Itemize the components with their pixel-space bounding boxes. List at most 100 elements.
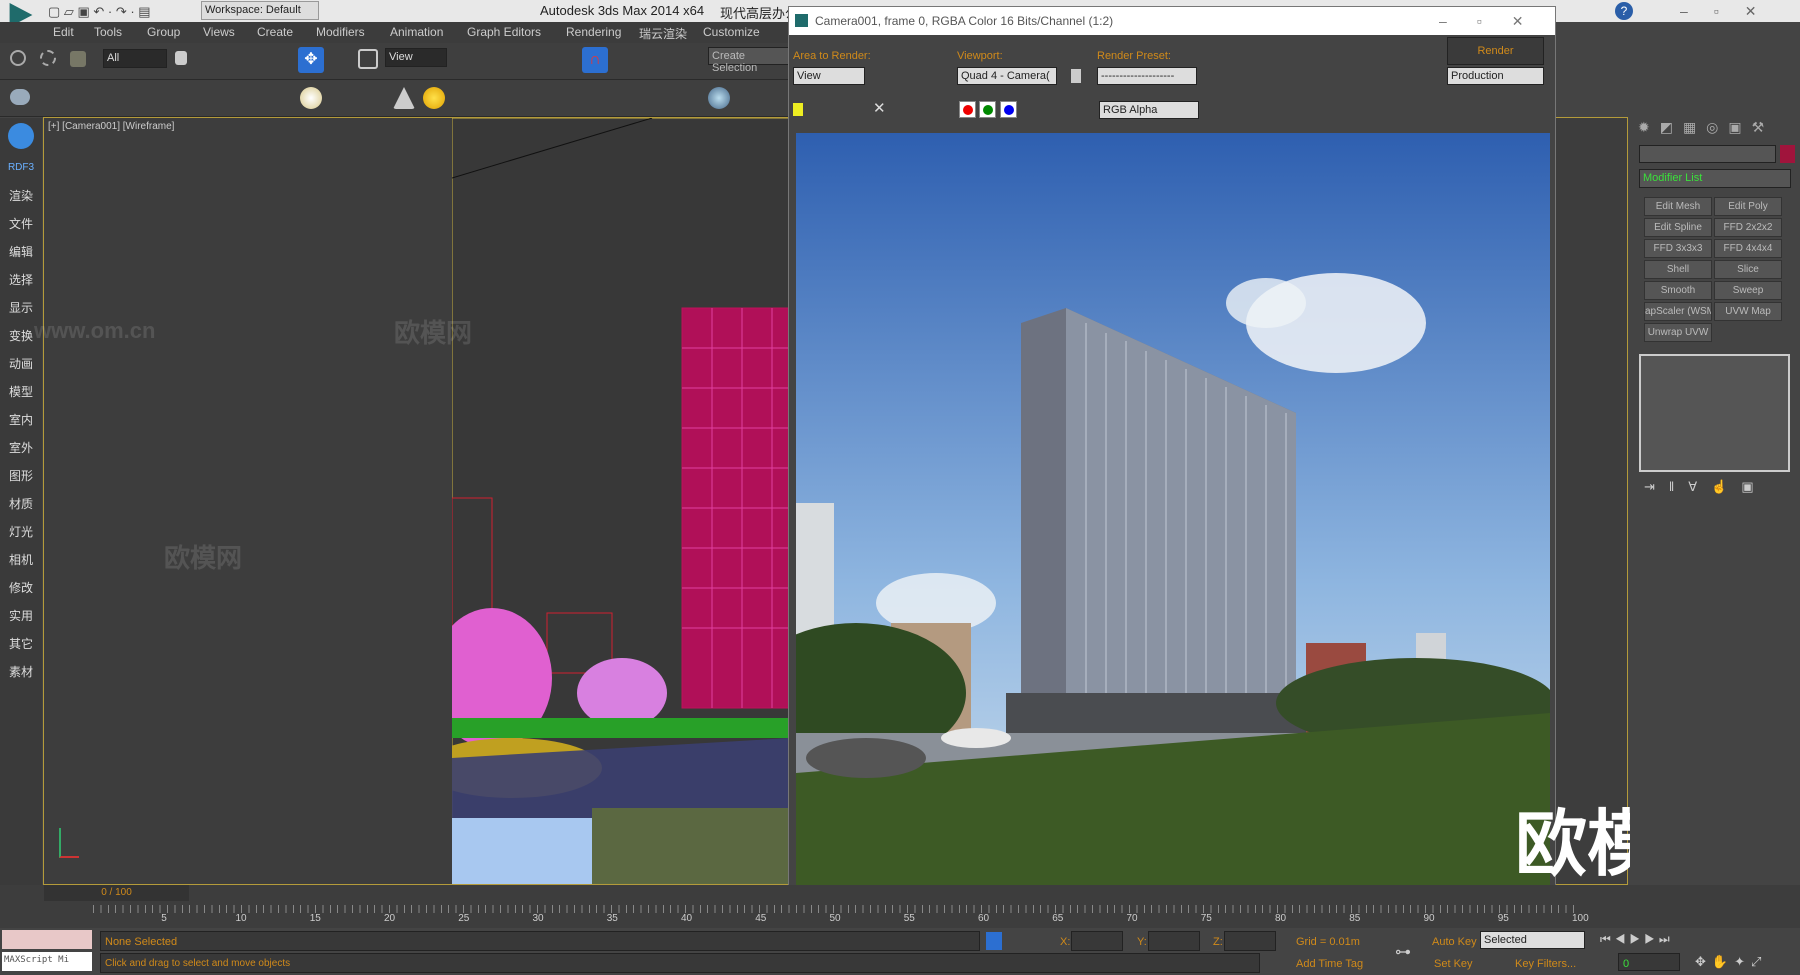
sidebar-item[interactable]: 室内 [0,406,42,434]
menu-modifiers[interactable]: Modifiers [316,25,365,39]
create-selection-set[interactable]: Create Selection [708,47,790,74]
modifier-button[interactable]: Shell [1644,260,1712,279]
sidebar-item[interactable]: 相机 [0,546,42,574]
modifier-button[interactable]: Unwrap UVW [1644,323,1712,342]
render-preset-dropdown[interactable]: -------------------- [1097,67,1197,85]
selection-filter-dropdown[interactable]: All [103,49,167,68]
maxscript-listener[interactable] [2,930,92,949]
isolate-icon[interactable] [986,932,1002,950]
help-icon[interactable]: ? [1615,2,1633,20]
modifier-list-dropdown[interactable]: Modifier List [1639,169,1791,188]
time-slider[interactable]: 0 / 100 [44,885,189,901]
viewport-dropdown[interactable]: Quad 4 - Camera( [957,67,1057,85]
sidebar-item[interactable]: 材质 [0,490,42,518]
lock-icon[interactable] [1071,69,1081,83]
select-object-icon[interactable] [175,51,187,65]
x-coordinate-field[interactable] [1071,931,1123,951]
globe-icon[interactable] [708,87,730,109]
sidebar-item[interactable]: 编辑 [0,238,42,266]
sidebar-item[interactable]: 室外 [0,434,42,462]
modifier-button[interactable]: UVW Map [1714,302,1782,321]
select-scale-icon[interactable] [358,49,378,69]
bind-spacewarp-icon[interactable] [70,51,86,67]
quick-access-icons[interactable]: ▢ ▱ ▣ ↶ · ↷ · ▤ [48,4,198,19]
object-name-field[interactable] [1639,145,1776,163]
command-panel: ✹◩▦◎▣⚒ Modifier List Edit Mesh Edit Poly… [1630,117,1800,885]
save-image-icon[interactable] [793,103,803,116]
key-icon[interactable]: ⊶ [1395,942,1411,962]
select-move-icon[interactable]: ✥ [298,47,324,73]
green-channel-button[interactable] [979,101,996,118]
modifier-button[interactable]: Sweep [1714,281,1782,300]
rendered-frame-window: Camera001, frame 0, RGBA Color 16 Bits/C… [788,6,1731,890]
window-controls[interactable]: –▫✕ [1680,3,1782,20]
maxscript-mini-listener[interactable]: MAXScript Mi [2,952,92,971]
reference-coordinate-dropdown[interactable]: View [385,48,447,67]
y-coordinate-field[interactable] [1148,931,1200,951]
clear-icon[interactable]: ✕ [873,99,886,117]
teapot-icon[interactable] [10,89,30,105]
viewport-nav-icons[interactable]: ✥✋✦⤢ [1695,954,1767,970]
render-button[interactable]: Render [1447,37,1544,65]
unlink-icon[interactable] [40,50,56,66]
menu-edit[interactable]: Edit [53,25,74,39]
cone-icon[interactable] [393,87,415,109]
current-frame-field[interactable]: 0 [1618,953,1680,971]
link-icon[interactable] [10,50,26,66]
sphere-icon[interactable] [300,87,322,109]
viewport-label[interactable]: [+] [Camera001] [Wireframe] [48,121,174,132]
modifier-button[interactable]: Edit Mesh [1644,197,1712,216]
render-mode-dropdown[interactable]: Production [1447,67,1544,85]
sidebar-item[interactable]: 素材 [0,658,42,686]
menu-animation[interactable]: Animation [390,25,443,39]
sidebar-item[interactable]: 动画 [0,350,42,378]
command-panel-tabs[interactable]: ✹◩▦◎▣⚒ [1638,119,1798,141]
workspace-dropdown[interactable]: Workspace: Default [201,1,319,20]
modifier-button[interactable]: Smooth [1644,281,1712,300]
z-coordinate-field[interactable] [1224,931,1276,951]
modifier-button[interactable]: FFD 3x3x3 [1644,239,1712,258]
key-mode-dropdown[interactable]: Selected [1480,931,1585,949]
modifier-button[interactable]: Slice [1714,260,1782,279]
menu-graph-editors[interactable]: Graph Editors [467,25,541,39]
auto-key-button[interactable]: Auto Key [1432,936,1477,948]
sidebar-item[interactable]: 图形 [0,462,42,490]
modifier-button[interactable]: FFD 4x4x4 [1714,239,1782,258]
menu-tools[interactable]: Tools [94,25,122,39]
modifier-stack[interactable] [1639,354,1790,472]
menu-ruiyun[interactable]: 瑞云渲染 [639,25,687,42]
sun-icon[interactable] [423,87,445,109]
sidebar-item[interactable]: 实用 [0,602,42,630]
menu-create[interactable]: Create [257,25,293,39]
sidebar-item[interactable]: 灯光 [0,518,42,546]
channel-dropdown[interactable]: RGB Alpha [1099,101,1199,119]
timeline-tick-label: 20 [384,913,396,924]
plugin-logo-icon[interactable] [0,118,42,154]
playback-controls[interactable]: ⏮◀▶▶⏭ [1600,932,1674,947]
menu-rendering[interactable]: Rendering [566,25,621,39]
object-color-swatch[interactable] [1780,145,1795,163]
sidebar-item[interactable]: 渲染 [0,182,42,210]
red-channel-button[interactable] [959,101,976,118]
menu-views[interactable]: Views [203,25,235,39]
render-window-controls[interactable]: –▫✕ [1439,13,1553,30]
sidebar-item[interactable]: 其它 [0,630,42,658]
sidebar-item[interactable]: 模型 [0,378,42,406]
modifier-stack-tools[interactable]: ⇥‖∀☝▣ [1644,479,1768,495]
sidebar-item[interactable]: 文件 [0,210,42,238]
timeline: 0 / 100 5 10 15 20 25 30 35 40 45 50 55 60 65 70 75 80 8… [0,885,1800,928]
blue-channel-button[interactable] [1000,101,1017,118]
sidebar-item[interactable]: 选择 [0,266,42,294]
menu-group[interactable]: Group [147,25,180,39]
modifier-button[interactable]: apScaler (WSM [1644,302,1712,321]
area-to-render-dropdown[interactable]: View [793,67,865,85]
modifier-button[interactable]: Edit Spline [1644,218,1712,237]
modifier-button[interactable]: FFD 2x2x2 [1714,218,1782,237]
snap-toggle-icon[interactable]: ∩ [582,47,608,73]
key-filters-button[interactable]: Key Filters... [1515,958,1576,970]
add-time-tag[interactable]: Add Time Tag [1296,958,1363,970]
modifier-button[interactable]: Edit Poly [1714,197,1782,216]
menu-customize[interactable]: Customize [703,25,760,39]
set-key-button[interactable]: Set Key [1434,958,1473,970]
sidebar-item[interactable]: 修改 [0,574,42,602]
